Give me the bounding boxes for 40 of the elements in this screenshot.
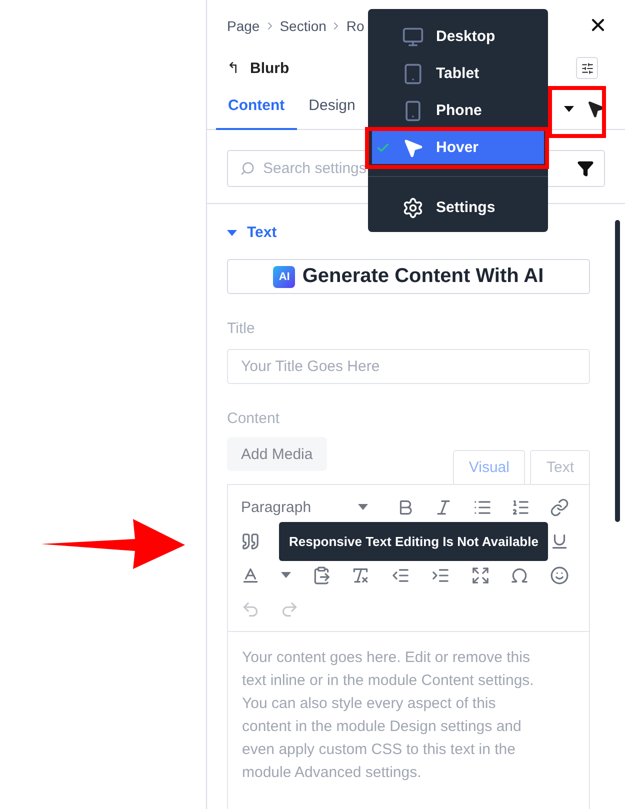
module-title: Blurb <box>250 60 290 76</box>
back-icon[interactable]: ↰ <box>227 59 240 77</box>
tab[interactable]: Content <box>216 97 297 130</box>
underline-icon[interactable] <box>550 532 569 550</box>
menu-item[interactable]: Desktop <box>372 20 544 53</box>
field-label: Content <box>227 410 281 427</box>
clear-format-icon[interactable] <box>351 566 370 584</box>
filter-icon[interactable] <box>577 160 594 177</box>
check-icon <box>376 140 390 154</box>
settings-icon <box>402 196 424 218</box>
tooltip: Responsive Text Editing Is Not Available <box>279 522 548 561</box>
menu-item[interactable]: Hover <box>372 131 544 164</box>
menu-item[interactable]: Phone <box>372 94 544 127</box>
numbered-list-icon[interactable] <box>511 498 530 516</box>
menu-item[interactable]: Tablet <box>372 57 544 90</box>
scrollbar[interactable] <box>615 220 620 522</box>
sliders-icon <box>580 62 594 74</box>
breadcrumb-link[interactable]: Section <box>280 18 326 34</box>
search-icon <box>240 161 255 176</box>
text-color-icon[interactable] <box>241 566 260 584</box>
breadcrumb-link[interactable]: Ro <box>346 18 364 34</box>
cursor-icon <box>402 136 424 158</box>
format-select[interactable]: Paragraph <box>241 498 376 516</box>
title-input[interactable]: Your Title Goes Here <box>227 349 590 384</box>
menu-item[interactable]: Settings <box>372 191 544 224</box>
link-icon[interactable] <box>550 498 569 516</box>
quote-icon[interactable] <box>241 532 260 550</box>
breadcrumb-link[interactable]: Page <box>227 18 260 34</box>
monitor-icon <box>402 26 424 48</box>
generate-ai-button[interactable]: AI Generate Content With AI <box>227 259 590 294</box>
omega-icon[interactable] <box>510 566 530 584</box>
paste-icon[interactable] <box>312 566 330 584</box>
tab[interactable]: Design <box>296 97 368 130</box>
emoji-icon[interactable] <box>550 566 569 584</box>
options-button[interactable] <box>576 57 598 79</box>
fullscreen-icon[interactable] <box>470 566 490 584</box>
content-text: Your content goes here. Edit or remove this text inline or in the module Content settings. You can also style every aspect of this content in the module Design settings and even apply custom CSS to this text in the module Advanced settings. <box>241 648 535 783</box>
caret-icon[interactable] <box>564 106 574 112</box>
field-label: Title <box>227 320 256 337</box>
tablet-icon <box>402 62 424 84</box>
